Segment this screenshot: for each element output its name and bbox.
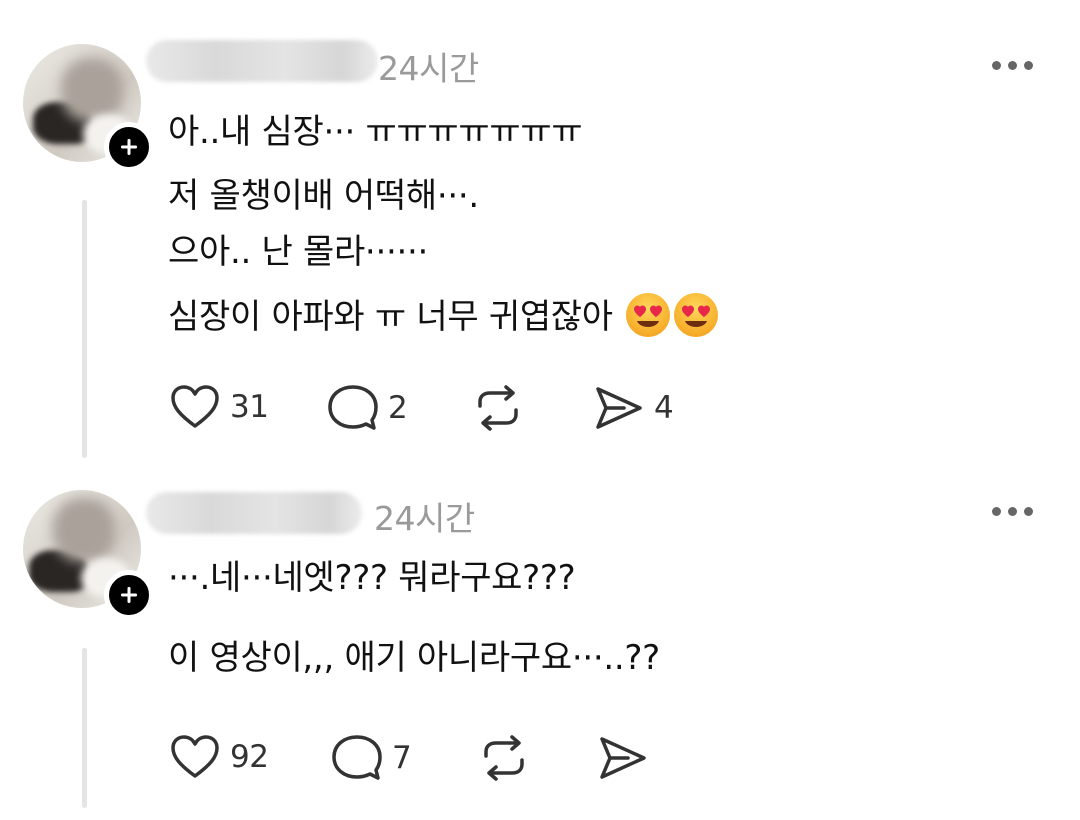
follow-button[interactable] — [104, 570, 154, 620]
username-blurred[interactable] — [146, 492, 362, 534]
like-button[interactable]: 92 — [170, 734, 269, 780]
comment-bubble-icon — [328, 385, 378, 430]
heart-eyes-emoji — [673, 292, 719, 338]
repost-button[interactable] — [478, 734, 530, 782]
thread-post: 24시간 ···.네···네엣??? 뭐라구요??? 이 영상이,,, 애기 아… — [0, 462, 1080, 820]
reply-button[interactable]: 7 — [332, 734, 412, 782]
post-text-line: 아..내 심장··· ㅠㅠㅠㅠㅠㅠㅠ — [168, 112, 583, 152]
username-blurred[interactable] — [146, 40, 378, 82]
timestamp: 24시간 — [378, 49, 479, 88]
comment-bubble-icon — [332, 735, 382, 780]
post-text-line: 저 올챙이배 어떡해···. — [168, 176, 479, 216]
more-options-icon[interactable] — [990, 58, 1036, 72]
reply-count: 2 — [388, 390, 408, 426]
heart-eyes-emoji — [625, 292, 671, 338]
timestamp: 24시간 — [374, 499, 475, 538]
reply-count: 7 — [392, 740, 412, 776]
share-button[interactable] — [598, 734, 648, 782]
post-text-line: 심장이 아파와 ㅠ 너무 귀엽잖아 — [168, 297, 613, 337]
post-text-line: 으아.. 난 몰라······ — [168, 232, 428, 272]
like-button[interactable]: 31 — [170, 384, 269, 430]
repost-icon — [478, 385, 518, 431]
plus-icon — [121, 139, 137, 155]
thread-line — [82, 200, 87, 458]
send-icon — [596, 387, 642, 429]
like-count: 31 — [230, 389, 269, 425]
repost-button[interactable] — [472, 384, 524, 432]
post-text-line: 이 영상이,,, 애기 아니라구요···..?? — [168, 638, 660, 678]
send-icon — [600, 737, 646, 779]
thread-line — [82, 648, 87, 808]
more-options-icon[interactable] — [990, 504, 1036, 518]
heart-icon — [171, 385, 219, 428]
like-count: 92 — [230, 739, 269, 775]
post-text-line: ···.네···네엣??? 뭐라구요??? — [168, 558, 576, 598]
share-count: 4 — [654, 390, 674, 426]
follow-button[interactable] — [104, 122, 154, 172]
plus-icon — [121, 587, 137, 603]
reply-button[interactable]: 2 — [328, 384, 408, 432]
share-button[interactable]: 4 — [594, 384, 674, 432]
repost-icon — [484, 735, 524, 781]
thread-post: 24시간 아..내 심장··· ㅠㅠㅠㅠㅠㅠㅠ 저 올챙이배 어떡해···. 으… — [0, 0, 1080, 462]
post-text-line-with-emoji: 심장이 아파와 ㅠ 너무 귀엽잖아 — [168, 292, 719, 338]
heart-icon — [171, 735, 219, 778]
